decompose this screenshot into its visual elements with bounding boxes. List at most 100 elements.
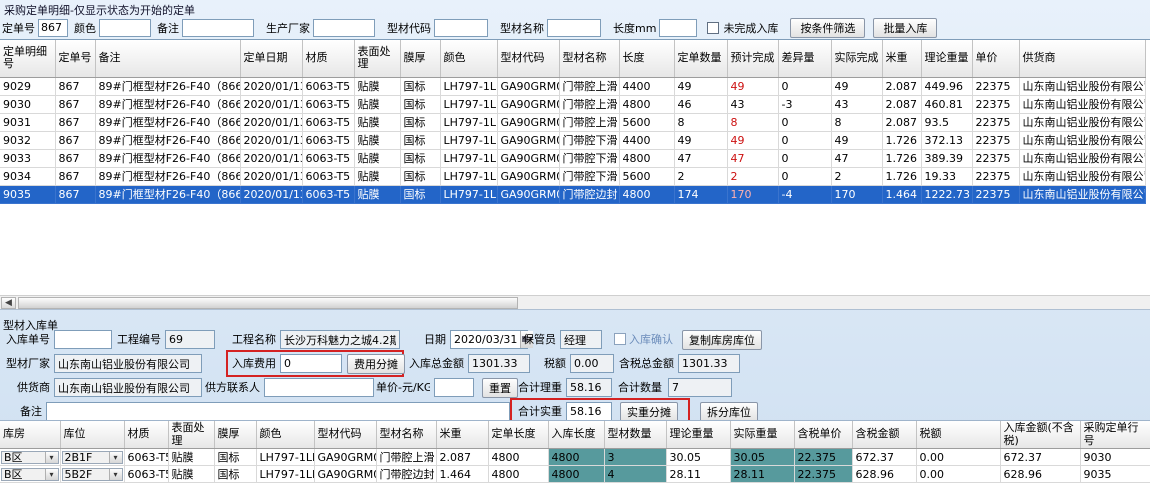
column-header[interactable]: 型材代码 xyxy=(497,40,559,77)
tax-total-field[interactable] xyxy=(678,354,740,373)
column-header[interactable]: 材质 xyxy=(124,421,168,449)
column-header[interactable]: 颜色 xyxy=(256,421,314,449)
date-field[interactable]: 2020/03/31 ▦▾ xyxy=(450,330,528,349)
split-location-button[interactable]: 拆分库位 xyxy=(700,402,758,422)
order-table-row[interactable]: 902986789#门框型材F26-F40（866*867）2020/01/13… xyxy=(0,77,1145,95)
column-header[interactable]: 预计完成 xyxy=(727,40,778,77)
copy-location-button[interactable]: 复制库房库位 xyxy=(682,330,762,350)
supplier-contact-field[interactable] xyxy=(264,378,374,397)
project-no-field[interactable] xyxy=(165,330,215,349)
column-header[interactable]: 实际完成 xyxy=(831,40,882,77)
column-header[interactable]: 型材数量 xyxy=(604,421,666,449)
order-cell: 贴膜 xyxy=(354,131,400,149)
scrollbar-thumb[interactable] xyxy=(18,297,518,309)
theory-weight-label: 合计理重 xyxy=(516,378,562,397)
column-header[interactable]: 采购定单行号 xyxy=(1080,421,1150,449)
remark-field[interactable] xyxy=(46,402,510,421)
column-header[interactable]: 供货商 xyxy=(1019,40,1145,77)
column-header[interactable]: 含税金额 xyxy=(852,421,916,449)
item-cell: 28.11 xyxy=(730,466,794,483)
factory-field[interactable] xyxy=(54,354,202,373)
column-header[interactable]: 长度 xyxy=(619,40,674,77)
column-header[interactable]: 税额 xyxy=(916,421,1000,449)
column-header[interactable]: 理论重量 xyxy=(921,40,972,77)
order-cell: 19.33 xyxy=(921,167,972,185)
fee-split-button[interactable]: 费用分摊 xyxy=(347,354,405,374)
inbound-item-row[interactable]: B区▾2B1F▾6063-T5贴膜国标LH797-1LL0GA90GRM03门带… xyxy=(0,449,1150,466)
column-header[interactable]: 理论重量 xyxy=(666,421,730,449)
column-header[interactable]: 材质 xyxy=(302,40,354,77)
column-header[interactable]: 定单日期 xyxy=(240,40,302,77)
order-cell: 9034 xyxy=(0,167,55,185)
column-header[interactable]: 定单号 xyxy=(55,40,95,77)
column-header[interactable]: 备注 xyxy=(95,40,240,77)
length-input[interactable] xyxy=(659,19,697,37)
warehouse-combo[interactable]: B区▾ xyxy=(1,451,59,464)
column-header[interactable]: 型材代码 xyxy=(314,421,376,449)
column-header[interactable]: 入库长度 xyxy=(548,421,604,449)
chevron-down-icon[interactable]: ▾ xyxy=(109,452,122,463)
column-header[interactable]: 颜色 xyxy=(440,40,497,77)
order-table-row[interactable]: 903586789#门框型材F26-F40（866*867）2020/01/13… xyxy=(0,185,1145,203)
column-header[interactable]: 入库金额(不含税) xyxy=(1000,421,1080,449)
batch-inbound-button[interactable]: 批量入库 xyxy=(873,18,937,38)
order-no-input[interactable] xyxy=(38,19,68,37)
total-amount-field[interactable] xyxy=(468,354,530,373)
theory-weight-field[interactable] xyxy=(566,378,612,397)
column-header[interactable]: 含税单价 xyxy=(794,421,852,449)
filter-by-condition-button[interactable]: 按条件筛选 xyxy=(790,18,865,38)
actual-weight-field[interactable] xyxy=(566,402,612,421)
unit-price-field[interactable] xyxy=(434,378,474,397)
chevron-down-icon[interactable]: ▾ xyxy=(109,469,122,480)
project-name-field[interactable] xyxy=(280,330,400,349)
inbound-confirm-checkbox[interactable] xyxy=(614,333,626,345)
keeper-field[interactable] xyxy=(560,330,602,349)
chevron-down-icon[interactable]: ▾ xyxy=(45,452,58,463)
column-header[interactable]: 库位 xyxy=(60,421,124,449)
location-combo[interactable]: 2B1F▾ xyxy=(62,451,123,464)
column-header[interactable]: 表面处理 xyxy=(354,40,400,77)
column-header[interactable]: 米重 xyxy=(882,40,921,77)
column-header[interactable]: 定单数量 xyxy=(674,40,727,77)
tax-label: 税额 xyxy=(542,354,566,373)
horizontal-scrollbar[interactable]: ◀ xyxy=(0,295,1150,309)
column-header[interactable]: 差异量 xyxy=(778,40,831,77)
chevron-down-icon[interactable]: ▾ xyxy=(45,469,58,480)
reset-button[interactable]: 重置 xyxy=(482,378,518,398)
order-table-row[interactable]: 903086789#门框型材F26-F40（866*867）2020/01/13… xyxy=(0,95,1145,113)
order-cell: 22375 xyxy=(972,77,1019,95)
order-table-row[interactable]: 903486789#门框型材F26-F40（866*867）2020/01/13… xyxy=(0,167,1145,185)
column-header[interactable]: 型材名称 xyxy=(376,421,436,449)
column-header[interactable]: 米重 xyxy=(436,421,488,449)
profile-name-input[interactable] xyxy=(547,19,601,37)
scroll-left-icon[interactable]: ◀ xyxy=(1,297,16,309)
column-header[interactable]: 定单明细号 xyxy=(0,40,55,77)
order-table-row[interactable]: 903386789#门框型材F26-F40（866*867）2020/01/13… xyxy=(0,149,1145,167)
column-header[interactable]: 膜厚 xyxy=(214,421,256,449)
manufacturer-input[interactable] xyxy=(313,19,375,37)
tax-field[interactable] xyxy=(570,354,614,373)
column-header[interactable]: 单价 xyxy=(972,40,1019,77)
column-header[interactable]: 库房 xyxy=(0,421,60,449)
inbound-no-field[interactable] xyxy=(54,330,112,349)
total-qty-field[interactable] xyxy=(668,378,732,397)
column-header[interactable]: 膜厚 xyxy=(400,40,440,77)
item-cell: 9035 xyxy=(1080,466,1150,483)
remark-input[interactable] xyxy=(182,19,254,37)
warehouse-combo[interactable]: B区▾ xyxy=(1,468,59,481)
inbound-item-row[interactable]: B区▾5B2F▾6063-T5贴膜国标LH797-1LL0GA90GRM05门带… xyxy=(0,466,1150,483)
column-header[interactable]: 实际重量 xyxy=(730,421,794,449)
order-table-row[interactable]: 903286789#门框型材F26-F40（866*867）2020/01/13… xyxy=(0,131,1145,149)
fee-label: 入库费用 xyxy=(232,354,276,373)
actual-weight-split-button[interactable]: 实重分摊 xyxy=(620,402,678,422)
column-header[interactable]: 表面处理 xyxy=(168,421,214,449)
supplier-field[interactable] xyxy=(54,378,202,397)
color-input[interactable] xyxy=(99,19,151,37)
location-combo[interactable]: 5B2F▾ xyxy=(62,468,123,481)
order-table-row[interactable]: 903186789#门框型材F26-F40（866*867）2020/01/13… xyxy=(0,113,1145,131)
column-header[interactable]: 型材名称 xyxy=(559,40,619,77)
column-header[interactable]: 定单长度 xyxy=(488,421,548,449)
unfinished-inbound-checkbox[interactable] xyxy=(707,22,719,34)
fee-field[interactable] xyxy=(280,354,342,373)
profile-code-input[interactable] xyxy=(434,19,488,37)
